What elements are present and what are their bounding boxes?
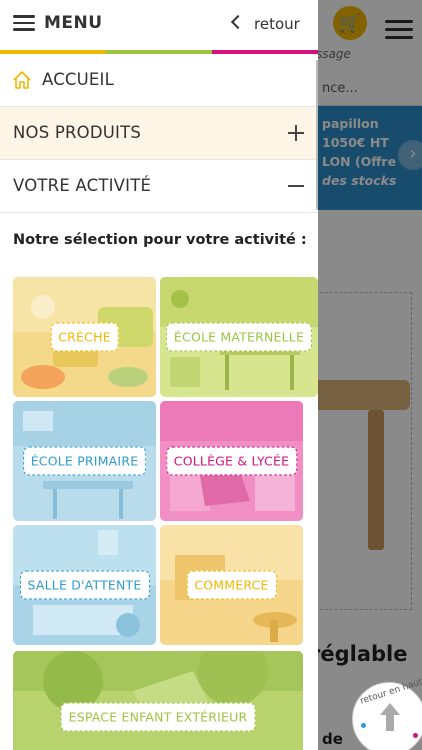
activity-label: SALLE D'ATTENTE bbox=[19, 570, 150, 600]
activity-tile-ecole-primaire[interactable]: ÉCOLE PRIMAIRE bbox=[13, 401, 156, 521]
plus-icon[interactable] bbox=[288, 125, 304, 141]
home-icon bbox=[13, 71, 31, 89]
menu-title: MENU bbox=[44, 13, 103, 33]
activity-label: ÉCOLE PRIMAIRE bbox=[22, 446, 147, 476]
activity-tile-college-lycee[interactable]: COLLÈGE & LYCÉE bbox=[160, 401, 303, 521]
menu-item-accueil[interactable]: ACCUEIL bbox=[0, 54, 318, 107]
minus-icon[interactable] bbox=[288, 185, 304, 187]
section-title: Notre sélection pour votre activité : bbox=[13, 232, 307, 248]
arrow-up-icon bbox=[380, 703, 400, 733]
activity-label: ÉCOLE MATERNELLE bbox=[165, 322, 313, 352]
activity-tile-creche[interactable]: CRÈCHE bbox=[13, 277, 156, 397]
back-to-top-button[interactable]: retour en haut bbox=[352, 677, 422, 750]
activity-label: COMMERCE bbox=[186, 570, 277, 600]
espace-enfant-exterieur-image bbox=[13, 651, 303, 750]
activity-tile-ecole-maternelle[interactable]: ÉCOLE MATERNELLE bbox=[160, 277, 318, 397]
menu-item-label: ACCUEIL bbox=[42, 70, 115, 89]
hamburger-icon[interactable] bbox=[13, 15, 35, 31]
chevron-left-icon[interactable] bbox=[230, 14, 246, 30]
menu-item-label: NOS PRODUITS bbox=[13, 123, 142, 142]
menu-drawer: MENU retour ACCUEIL NOS PRODUITS VOTRE A… bbox=[0, 0, 318, 750]
activity-tile-commerce[interactable]: COMMERCE bbox=[160, 525, 303, 645]
menu-item-votre-activite[interactable]: VOTRE ACTIVITÉ bbox=[0, 160, 318, 213]
drawer-header: MENU retour bbox=[0, 0, 318, 50]
activity-tile-espace-enfant-exterieur[interactable]: ESPACE ENFANT EXTÉRIEUR bbox=[13, 651, 303, 750]
activity-label: COLLÈGE & LYCÉE bbox=[165, 446, 298, 476]
menu-item-label: VOTRE ACTIVITÉ bbox=[13, 176, 152, 195]
menu-item-nos-produits[interactable]: NOS PRODUITS bbox=[0, 107, 318, 160]
activity-tile-salle-attente[interactable]: SALLE D'ATTENTE bbox=[13, 525, 156, 645]
activity-label: ESPACE ENFANT EXTÉRIEUR bbox=[60, 702, 256, 732]
activity-label: CRÈCHE bbox=[50, 322, 119, 352]
scrollbar[interactable] bbox=[316, 60, 318, 210]
back-button[interactable]: retour bbox=[254, 15, 300, 33]
